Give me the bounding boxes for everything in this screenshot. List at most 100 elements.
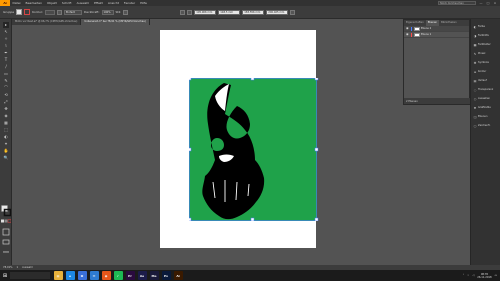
after-effects-icon[interactable]: Ae [137,271,147,280]
transform-icon[interactable] [187,9,193,15]
menu-select[interactable]: Auswahl [74,1,92,5]
stroke-swatch[interactable] [24,9,31,15]
mail-icon[interactable]: ✉ [89,271,99,280]
menu-file[interactable]: Datei [10,1,23,5]
gradient-icon: ▤ [473,78,477,83]
dock-item-swatches[interactable]: ▦ Farbfelder [473,41,500,48]
pen-tool-icon[interactable]: ✒ [3,50,9,56]
dock-label: Verlauf [478,79,487,82]
store-icon[interactable]: ⊞ [77,271,87,280]
artboards-icon: ▢ [473,123,477,128]
menu-view[interactable]: Ansicht [105,1,121,5]
notifications-icon[interactable]: ▭ [495,274,497,277]
type-tool-icon[interactable]: T [3,57,9,63]
windows-start-icon[interactable]: ⊞ [0,270,10,281]
dock-item-layers[interactable]: ◫ Ebenen [473,113,500,120]
hand-tool-icon[interactable]: ✋ [3,148,9,154]
visibility-eye-icon[interactable]: ◉ [406,27,409,30]
graphic-style-icon[interactable] [123,9,129,15]
taskbar-search-box[interactable] [10,272,50,279]
spotify-icon[interactable]: ♪ [113,271,123,280]
scale-tool-icon[interactable]: ⤢ [3,99,9,105]
stock-search-input[interactable]: Stock durchsuchen [438,1,476,5]
tray-arrow-icon[interactable]: ˄ [463,274,464,277]
pencil-tool-icon[interactable]: ✎ [3,78,9,84]
close-icon[interactable]: × [493,1,497,5]
dock-item-gradient[interactable]: ▤ Verlauf [473,77,500,84]
zoom-level[interactable]: 78,91% [3,266,13,269]
menu-effect[interactable]: Effekt [92,1,106,5]
illustrator-icon[interactable]: Ai [173,271,183,280]
zoom-tool-icon[interactable]: 🔍 [3,155,9,161]
network-icon[interactable]: ⌔ [467,274,469,278]
mesh-tool-icon[interactable]: ▦ [3,120,9,126]
tab-layers[interactable]: Ebenen [425,20,440,26]
width-field[interactable]: 183,556 mm [242,9,265,15]
photoshop-icon[interactable]: Ps [161,271,171,280]
lasso-tool-icon[interactable]: ⌇ [3,43,9,49]
maximize-icon[interactable]: □ [486,1,490,5]
fill-stroke-icon[interactable] [1,205,11,217]
color-mode-icon[interactable] [1,219,11,223]
menu-type[interactable]: Schrift [59,1,74,5]
visibility-eye-icon[interactable]: ◉ [406,33,409,36]
free-transform-tool-icon[interactable]: ✥ [3,106,9,112]
fill-swatch[interactable] [16,9,23,15]
rotate-tool-icon[interactable]: ⟲ [3,92,9,98]
premiere-icon[interactable]: Pr [125,271,135,280]
line-tool-icon[interactable]: / [3,64,9,70]
variable-width-icon[interactable] [56,9,62,15]
doc-tab-motiv[interactable]: Motiv vor Rest.ai* @ 66,7% (CMYK/GPU-Vor… [12,19,82,25]
doc-tab-unbenannt[interactable]: Unbenannt-1* bei 78,91 % (CMYK/GPU-Vorsc… [81,19,150,25]
eyedropper-tool-icon[interactable]: ⌖ [3,141,9,147]
layer-name[interactable]: Ebene 2 [421,27,431,30]
align-icon[interactable] [180,9,186,15]
menu-help[interactable]: Hilfe [138,1,150,5]
volume-icon[interactable]: ◁ [472,274,474,277]
dock-item-color-guide[interactable]: ◑ Farbhilfe [473,32,500,39]
symbols-icon: ✤ [473,60,477,65]
selection-tool-icon[interactable]: ▸ [3,22,9,28]
rectangle-tool-icon[interactable]: ▭ [3,71,9,77]
dock-item-symbols[interactable]: ✤ Symbole [473,59,500,66]
edit-toolbar-icon[interactable] [2,248,10,256]
dock-item-transparency[interactable]: ◌ Transparenz [473,86,500,93]
more-options-icon[interactable] [290,9,296,15]
minimize-icon[interactable]: — [479,1,483,5]
tools-panel: ▸ ↖ ✧ ⌇ ✒ T / ▭ ✎ ⌒ ⟲ ⤢ ✥ ◈ ▦ ⬚ ◐ ⌖ ✋ 🔍 [0,19,12,265]
dock-label: Farbfelder [478,43,491,46]
media-encoder-icon[interactable]: Me [149,271,159,280]
artboard-tool-icon[interactable]: ⬚ [3,127,9,133]
screen-mode-icon[interactable] [2,238,10,246]
gradient-tool-icon[interactable]: ◐ [3,134,9,140]
dock-item-brushes[interactable]: ✎ Pinsel [473,50,500,57]
page-number[interactable]: 1 [17,266,19,269]
stroke-weight-field[interactable] [44,9,55,15]
direct-selection-tool-icon[interactable]: ↖ [3,29,9,35]
edge-icon[interactable]: e [65,271,75,280]
clock[interactable]: 08:35 26.11.2018 [477,273,491,279]
skull-beard-artwork[interactable] [189,78,321,221]
height-field[interactable]: 200,025 mm [266,9,289,15]
layer-name[interactable]: Ebene 1 [421,33,431,36]
dock-item-color[interactable]: ◐ Farbe [473,23,500,30]
layer-row[interactable]: ◉ Ebene 1 [404,32,469,38]
dock-item-artboards[interactable]: ▢ Zeichenfl. [473,122,500,129]
magic-wand-tool-icon[interactable]: ✧ [3,36,9,42]
menu-window[interactable]: Fenster [121,1,137,5]
curvature-tool-icon[interactable]: ⌒ [3,85,9,91]
y-field[interactable]: 148,5 mm [218,9,241,15]
dock-item-appearance[interactable]: ○ Aussehen [473,95,500,102]
dock-item-stroke[interactable]: ≡ Kontur [473,68,500,75]
opacity-field[interactable]: 100% [101,9,114,15]
menu-edit[interactable]: Bearbeiten [23,1,44,5]
drawing-mode-icon[interactable] [2,228,10,236]
shape-builder-tool-icon[interactable]: ◈ [3,113,9,119]
dock-item-graphic-styles[interactable]: ❖ Grafikstile [473,104,500,111]
menu-object[interactable]: Objekt [45,1,60,5]
firefox-icon[interactable]: ◉ [101,271,111,280]
x-field[interactable]: 105,906 mm [194,9,217,15]
brush-style-field[interactable]: Einfach [63,9,82,15]
tab-libraries[interactable]: Bibliotheken [439,20,459,26]
file-explorer-icon[interactable]: ▤ [53,271,63,280]
